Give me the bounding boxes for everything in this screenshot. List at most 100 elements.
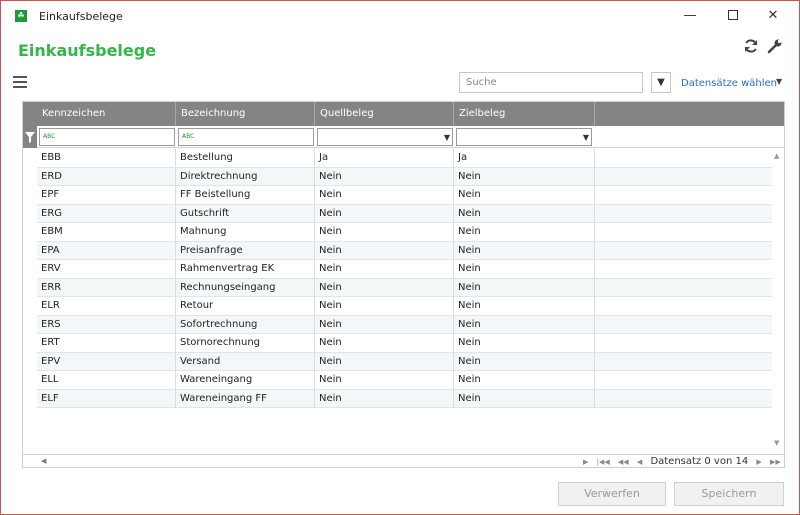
- menu-icon[interactable]: [13, 76, 27, 90]
- cell-zielbeleg: Nein: [454, 371, 595, 389]
- cell-bezeichnung: Direktrechnung: [176, 167, 315, 186]
- pager-first-icon[interactable]: |◀◀: [597, 458, 610, 466]
- table-row[interactable]: EPA Preisanfrage Nein Nein: [37, 241, 772, 260]
- maximize-icon: [728, 10, 738, 20]
- cell-kennzeichen: EPF: [37, 186, 176, 204]
- table-row[interactable]: ERD Direktrechnung Nein Nein: [37, 167, 772, 186]
- table-row[interactable]: ERV Rahmenvertrag EK Nein Nein: [37, 260, 772, 279]
- table-row[interactable]: ERR Rechnungseingang Nein Nein: [37, 278, 772, 297]
- discard-button[interactable]: Verwerfen: [558, 482, 666, 506]
- dropdown-arrow-icon: ▼: [443, 133, 450, 142]
- cell-bezeichnung: Rechnungseingang: [176, 278, 315, 297]
- cell-quellbeleg: Nein: [315, 315, 454, 334]
- table-row[interactable]: EPV Versand Nein Nein: [37, 352, 772, 371]
- cell-zielbeleg: Nein: [454, 334, 595, 352]
- app-logo-icon: ☘: [15, 10, 27, 22]
- cell-kennzeichen: EBB: [37, 149, 176, 167]
- cell-quellbeleg: Nein: [315, 371, 454, 389]
- column-header-zielbeleg[interactable]: Zielbeleg: [454, 102, 595, 126]
- cell-kennzeichen: EPA: [37, 241, 176, 260]
- cell-quellbeleg: Nein: [315, 186, 454, 204]
- cell-kennzeichen: ERG: [37, 204, 176, 223]
- column-header-quellbeleg[interactable]: Quellbeleg: [315, 102, 454, 126]
- pager-play-icon[interactable]: ▶: [583, 458, 588, 466]
- table-row[interactable]: ELL Wareneingang Nein Nein: [37, 371, 772, 390]
- cell-zielbeleg: Nein: [454, 204, 595, 223]
- cell-bezeichnung: Sofortrechnung: [176, 315, 315, 334]
- cell-bezeichnung: Versand: [176, 352, 315, 371]
- close-button[interactable]: ✕: [759, 5, 787, 27]
- window-title: Einkaufsbelege: [39, 10, 123, 23]
- table-row[interactable]: ELF Wareneingang FF Nein Nein: [37, 389, 772, 408]
- table-row[interactable]: ELR Retour Nein Nein: [37, 297, 772, 316]
- filter-icon: [25, 132, 35, 143]
- save-button[interactable]: Speichern: [674, 482, 784, 506]
- datasets-caret-icon[interactable]: ▼: [776, 77, 782, 86]
- pager: ▶ |◀◀ ◀◀ ◀ Datensatz 0 von 14 ▶ ▶▶ ▶▶|: [583, 456, 784, 467]
- cell-bezeichnung: Retour: [176, 297, 315, 315]
- pager-prev-page-icon[interactable]: ◀◀: [618, 458, 629, 466]
- refresh-icon[interactable]: [743, 38, 759, 54]
- cell-bezeichnung: Wareneingang: [176, 371, 315, 389]
- cell-bezeichnung: Mahnung: [176, 223, 315, 241]
- caret-down-icon: ▼: [657, 77, 665, 88]
- filter-row: ABC ABC ▼ ▼: [23, 126, 784, 148]
- pager-next-page-icon[interactable]: ▶▶: [770, 458, 781, 466]
- cell-kennzeichen: ERD: [37, 167, 176, 186]
- vertical-scrollbar[interactable]: ▲ ▼: [772, 149, 784, 454]
- pager-prev-icon[interactable]: ◀: [637, 458, 642, 466]
- table-row[interactable]: ERG Gutschrift Nein Nein: [37, 204, 772, 223]
- pager-text: Datensatz 0 von 14: [650, 456, 749, 467]
- filter-bezeichnung[interactable]: ABC: [178, 128, 314, 146]
- maximize-button[interactable]: [719, 5, 747, 27]
- cell-kennzeichen: ERS: [37, 315, 176, 334]
- column-header-kennzeichen[interactable]: Kennzeichen: [37, 102, 176, 126]
- title-bar: ☘ Einkaufsbelege — ✕: [1, 1, 799, 31]
- minimize-button[interactable]: —: [676, 5, 704, 27]
- table-row[interactable]: EBM Mahnung Nein Nein: [37, 223, 772, 242]
- grid-body: EBB Bestellung Ja Ja ERD Direktrechnung Nein Ne…: [37, 149, 772, 408]
- abc-filter-icon: ABC: [43, 133, 56, 140]
- wrench-icon[interactable]: [767, 38, 783, 54]
- cell-zielbeleg: Nein: [454, 167, 595, 186]
- cell-bezeichnung: FF Beistellung: [176, 186, 315, 204]
- table-row[interactable]: EPF FF Beistellung Nein Nein: [37, 186, 772, 205]
- cell-kennzeichen: ERV: [37, 260, 176, 278]
- scroll-down-icon[interactable]: ▼: [774, 439, 779, 447]
- scroll-left-icon[interactable]: ◀: [41, 457, 46, 465]
- filter-kennzeichen[interactable]: ABC: [39, 128, 175, 146]
- filter-quellbeleg[interactable]: ▼: [317, 128, 453, 146]
- filter-zielbeleg[interactable]: ▼: [456, 128, 592, 146]
- search-input[interactable]: [459, 72, 643, 93]
- table-row[interactable]: ERS Sofortrechnung Nein Nein: [37, 315, 772, 334]
- page-title: Einkaufsbelege: [18, 41, 157, 60]
- grid-header: Kennzeichen Bezeichnung Quellbeleg Zielb…: [23, 102, 784, 126]
- cell-zielbeleg: Nein: [454, 186, 595, 204]
- cell-quellbeleg: Nein: [315, 167, 454, 186]
- cell-kennzeichen: EBM: [37, 223, 176, 241]
- cell-quellbeleg: Ja: [315, 149, 454, 167]
- column-header-bezeichnung[interactable]: Bezeichnung: [176, 102, 315, 126]
- cell-zielbeleg: Nein: [454, 297, 595, 315]
- search-filter-dropdown[interactable]: ▼: [651, 72, 671, 93]
- table-row[interactable]: ERT Stornorechnung Nein Nein: [37, 334, 772, 353]
- cell-quellbeleg: Nein: [315, 278, 454, 297]
- cell-quellbeleg: Nein: [315, 389, 454, 408]
- select-datasets-link[interactable]: Datensätze wählen: [681, 78, 777, 89]
- cell-quellbeleg: Nein: [315, 223, 454, 241]
- cell-zielbeleg: Nein: [454, 260, 595, 278]
- cell-kennzeichen: ELF: [37, 389, 176, 408]
- cell-kennzeichen: ERT: [37, 334, 176, 352]
- dropdown-arrow-icon: ▼: [582, 133, 589, 142]
- cell-bezeichnung: Bestellung: [176, 149, 315, 167]
- scroll-up-icon[interactable]: ▲: [774, 152, 779, 160]
- pager-next-icon[interactable]: ▶: [756, 458, 761, 466]
- cell-bezeichnung: Wareneingang FF: [176, 389, 315, 408]
- filter-row-icon-cell: [23, 126, 37, 148]
- cell-quellbeleg: Nein: [315, 334, 454, 352]
- table-row[interactable]: EBB Bestellung Ja Ja: [37, 149, 772, 168]
- cell-kennzeichen: ELL: [37, 371, 176, 389]
- cell-quellbeleg: Nein: [315, 204, 454, 223]
- cell-zielbeleg: Nein: [454, 241, 595, 260]
- cell-quellbeleg: Nein: [315, 260, 454, 278]
